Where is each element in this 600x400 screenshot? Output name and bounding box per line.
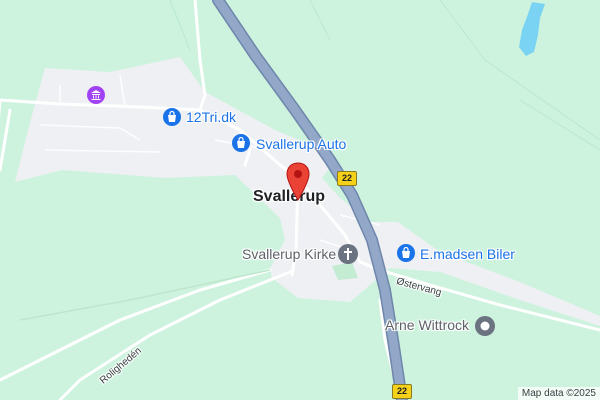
road bbox=[0, 108, 12, 172]
poi-label-e-madsen-biler[interactable]: E.madsen Biler bbox=[420, 246, 515, 262]
field-boundary bbox=[169, 0, 191, 51]
map-attribution[interactable]: Map data ©2025 bbox=[517, 387, 600, 400]
generic-place-icon[interactable] bbox=[474, 315, 496, 337]
location-pin-icon[interactable] bbox=[285, 162, 311, 202]
church-cross-icon[interactable] bbox=[337, 243, 359, 265]
lake bbox=[519, 2, 545, 56]
poi-label-arne-wittrock[interactable]: Arne Wittrock bbox=[385, 317, 469, 333]
map-view[interactable]: 22 22 12Tri.dk Svallerup Auto E.madsen B… bbox=[0, 0, 600, 400]
poi-label-svallerup-kirke[interactable]: Svallerup Kirke bbox=[242, 246, 336, 262]
poi-label-12tri[interactable]: 12Tri.dk bbox=[186, 109, 236, 125]
road bbox=[58, 270, 292, 400]
field-boundary bbox=[519, 99, 600, 151]
poi-label-svallerup-auto[interactable]: Svallerup Auto bbox=[256, 136, 346, 152]
highway-shield-22: 22 bbox=[392, 384, 412, 399]
shopping-bag-icon[interactable] bbox=[162, 107, 182, 127]
shopping-bag-icon[interactable] bbox=[231, 133, 251, 153]
shopping-bag-icon[interactable] bbox=[396, 243, 416, 263]
road bbox=[0, 268, 272, 382]
field-boundary bbox=[439, 0, 600, 141]
highway-shield-22: 22 bbox=[337, 171, 357, 186]
field-boundary bbox=[309, 0, 331, 41]
museum-icon[interactable] bbox=[86, 85, 106, 105]
